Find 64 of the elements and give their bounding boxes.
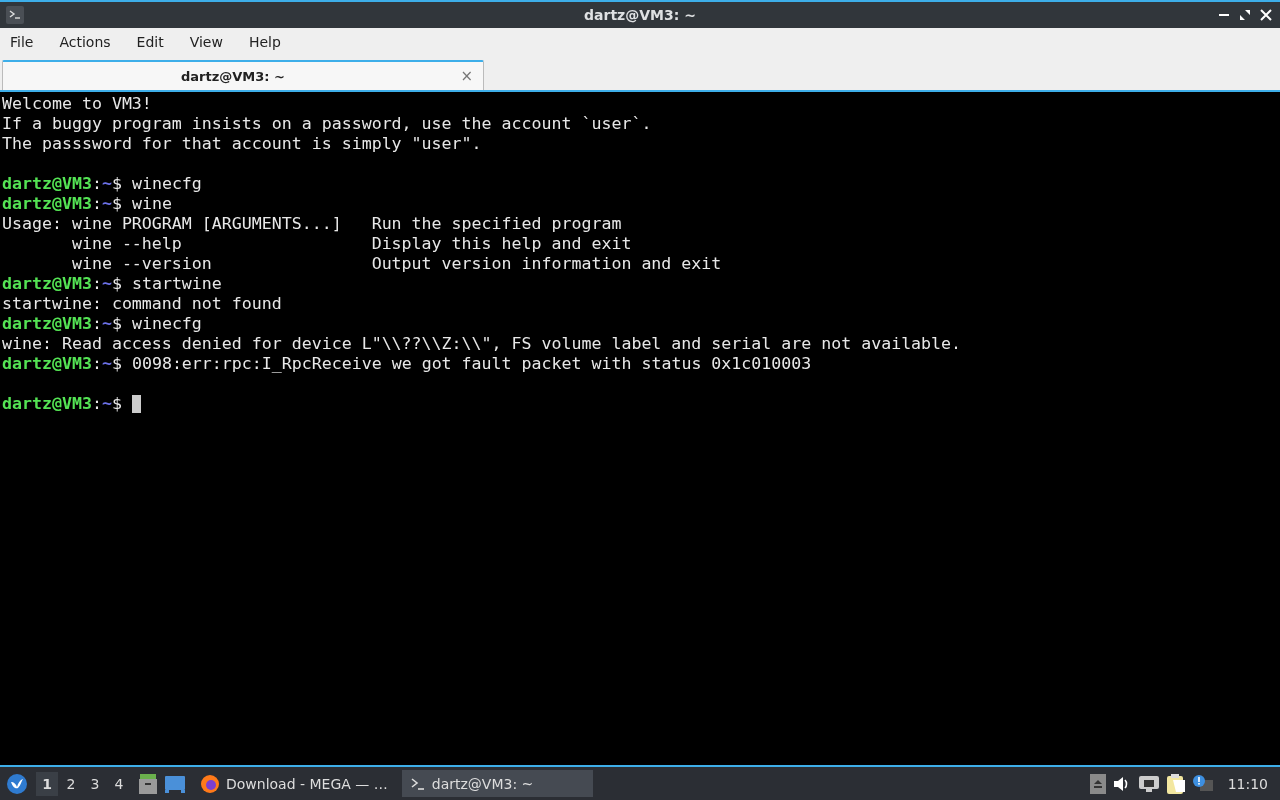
output-line: Usage: wine PROGRAM [ARGUMENTS...] Run the specified program <box>2 214 622 233</box>
prompt-symbol: $ <box>111 194 122 213</box>
maximize-icon[interactable] <box>1239 9 1251 21</box>
command-text: winecfg <box>131 314 202 333</box>
output-line: startwine: command not found <box>2 294 282 313</box>
output-line: wine --help Display this help and exit <box>70 234 632 253</box>
prompt-user: dartz@VM3 <box>2 314 92 333</box>
prompt-path: ~ <box>101 274 112 293</box>
prompt-symbol: $ <box>111 394 122 413</box>
tab[interactable]: dartz@VM3: ~ × <box>2 60 484 90</box>
prompt-separator: : <box>91 174 102 193</box>
prompt-path: ~ <box>101 174 112 193</box>
prompt-separator: : <box>91 394 102 413</box>
menu-item[interactable]: Help <box>248 34 281 50</box>
command-text: wine <box>131 194 172 213</box>
taskbar-task[interactable]: dartz@VM3: ~ <box>401 770 593 797</box>
clipboard-icon[interactable] <box>1165 772 1186 795</box>
fox-globe-icon <box>200 773 220 794</box>
desktop-switch[interactable]: 1 <box>36 771 58 796</box>
prompt-path: ~ <box>101 314 112 333</box>
notification-icon[interactable] <box>1191 773 1214 794</box>
output-line: The passsword for that account is simply "user". <box>2 134 482 153</box>
prompt-separator: : <box>91 354 102 373</box>
prompt-symbol: $ <box>111 274 122 293</box>
prompt-user: dartz@VM3 <box>2 194 92 213</box>
command-text: startwine <box>131 274 222 293</box>
desktop-switch[interactable]: 2 <box>60 771 82 796</box>
file-cabinet-icon[interactable] <box>138 772 158 795</box>
terminal-icon <box>6 6 24 24</box>
prompt-path: ~ <box>101 354 112 373</box>
clock[interactable]: 11:10 <box>1227 775 1268 792</box>
prompt-separator: : <box>91 194 102 213</box>
prompt-symbol: $ <box>111 314 122 333</box>
prompt-separator: : <box>91 314 102 333</box>
desktop-switch[interactable]: 3 <box>84 771 106 796</box>
prompt-separator: : <box>91 274 102 293</box>
prompt-symbol: $ <box>111 354 122 373</box>
terminal-icon <box>409 776 426 791</box>
eject-icon[interactable] <box>1089 773 1106 794</box>
network-icon[interactable] <box>1137 774 1160 793</box>
output-line: Welcome to VM3! <box>2 94 152 113</box>
prompt-user: dartz@VM3 <box>2 274 92 293</box>
prompt-user: dartz@VM3 <box>2 354 92 373</box>
prompt-user: dartz@VM3 <box>2 174 92 193</box>
prompt-path: ~ <box>101 194 112 213</box>
output-line: If a buggy program insists on a password, use the account `user`. <box>2 114 652 133</box>
text-cursor <box>131 395 141 413</box>
output-line: wine: Read access denied for device L"\\??\\Z:\\", FS volume label and serial are not available. <box>2 334 962 353</box>
output-line: wine --version Output version information and exit <box>70 254 722 273</box>
close-icon[interactable] <box>1260 9 1272 21</box>
desktop-icon[interactable] <box>164 773 186 794</box>
desktop-switch[interactable]: 4 <box>108 771 130 796</box>
menu-item[interactable]: Edit <box>136 34 164 50</box>
taskbar-task[interactable]: Download - MEGA — … <box>192 770 396 797</box>
prompt-path: ~ <box>101 394 112 413</box>
menu-item[interactable]: View <box>189 34 223 50</box>
command-text: winecfg <box>131 174 202 193</box>
prompt-user: dartz@VM3 <box>2 394 92 413</box>
command-text: 0098:err:rpc:I_RpcReceive we got fault packet with status 0x1c010003 <box>131 354 812 373</box>
menu-item[interactable]: File <box>10 34 34 50</box>
close-tab-button[interactable]: × <box>460 67 473 85</box>
menu-item[interactable]: Actions <box>59 34 111 50</box>
prompt-symbol: $ <box>111 174 122 193</box>
window-title: dartz@VM3: ~ <box>584 7 696 23</box>
